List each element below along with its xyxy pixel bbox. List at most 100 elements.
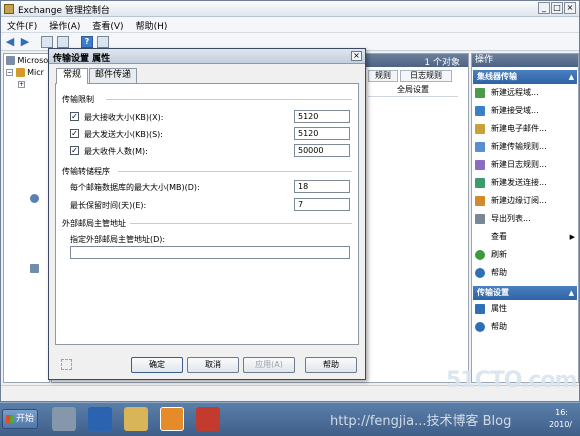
back-arrow-icon[interactable]: ◀ <box>4 36 16 48</box>
email-icon <box>475 123 485 134</box>
collapse-arrow-icon[interactable]: ▲ <box>569 70 574 84</box>
edge-subscription-icon <box>475 195 485 206</box>
max-retention-label: 最长保留时间(天)(E): <box>70 201 147 210</box>
dialog-help-icon <box>61 359 72 370</box>
exchange-org-icon <box>15 68 25 77</box>
show-hide-tree-icon[interactable] <box>57 36 69 48</box>
section-hub-transport[interactable]: 集线器传输 ▲ <box>473 70 577 84</box>
max-send-size-label: 最大发送大小(KB)(S): <box>84 130 163 139</box>
collapse-icon[interactable]: − <box>6 69 13 76</box>
tree-node-users[interactable] <box>30 194 39 203</box>
dialog-close-button[interactable]: × <box>351 51 362 61</box>
max-receive-size-label: 最大接收大小(KB)(X): <box>84 113 164 122</box>
action-refresh[interactable]: 刷新 <box>475 248 577 262</box>
minimize-button[interactable]: _ <box>538 2 550 14</box>
start-button[interactable]: 开始 <box>2 409 38 429</box>
console-tree: Microso − Micr + <box>3 53 50 383</box>
ok-button[interactable]: 确定 <box>131 357 183 373</box>
tab-rules[interactable]: 规则 <box>368 70 398 82</box>
column-global-settings[interactable]: 全局设置 <box>368 83 458 97</box>
action-pane: 操作 集线器传输 ▲ 新建远程域... 新建接受域... 新建电子邮件... 新… <box>471 53 579 383</box>
action-help-settings[interactable]: 帮助 <box>475 320 577 334</box>
group-divider <box>130 223 352 224</box>
users-icon <box>30 194 39 203</box>
properties-icon <box>475 303 485 314</box>
max-receive-size-input[interactable]: 5120 <box>294 110 350 123</box>
max-retention-input[interactable]: 7 <box>294 198 350 211</box>
postmaster-address-input[interactable] <box>70 246 350 259</box>
tab-journal-rules[interactable]: 日志规则 <box>400 70 452 82</box>
max-receive-size-checkbox[interactable]: ✓ <box>70 112 79 121</box>
max-dumpster-size-input[interactable]: 18 <box>294 180 350 193</box>
action-export-list[interactable]: 导出列表... <box>475 212 577 226</box>
watermark-url: http://fengjia...技术博客 Blog <box>330 414 512 429</box>
max-send-size-input[interactable]: 5120 <box>294 127 350 140</box>
dialog-title: 传输设置 属性 <box>53 54 111 64</box>
menu-help[interactable]: 帮助(H) <box>130 17 174 32</box>
menu-action[interactable]: 操作(A) <box>43 17 86 32</box>
group-divider <box>106 99 352 100</box>
cancel-button[interactable]: 取消 <box>187 357 239 373</box>
tab-general[interactable]: 常规 <box>56 68 88 84</box>
maximize-button[interactable]: □ <box>551 2 563 14</box>
exchange-console-icon[interactable] <box>160 407 184 431</box>
clock-time: 16: <box>555 408 568 417</box>
menu-bar: 文件(F) 操作(A) 查看(V) 帮助(H) <box>1 17 579 33</box>
menu-view[interactable]: 查看(V) <box>86 17 129 32</box>
tab-message-delivery[interactable]: 邮件传递 <box>89 68 137 83</box>
action-view[interactable]: 查看 ▶ <box>475 230 577 244</box>
help-icon <box>475 267 485 278</box>
tree-item-root[interactable]: Microso <box>6 56 48 65</box>
action-new-remote-domain[interactable]: 新建远程域... <box>475 86 577 100</box>
action-new-send-connector[interactable]: 新建发送连接... <box>475 176 577 190</box>
up-folder-icon[interactable] <box>41 36 53 48</box>
action-new-edge-subscription[interactable]: 新建边缘订阅... <box>475 194 577 208</box>
exchange-app-icon <box>4 4 14 14</box>
transport-rule-icon <box>475 141 485 152</box>
object-count: 1 个对象 <box>424 58 460 68</box>
menu-file[interactable]: 文件(F) <box>1 17 43 32</box>
action-new-accepted-domain[interactable]: 新建接受域... <box>475 104 577 118</box>
action-properties[interactable]: 属性 <box>475 302 577 316</box>
journal-rule-icon <box>475 159 485 170</box>
tree-branch[interactable]: + <box>18 80 25 89</box>
tree-node-toolbox[interactable] <box>30 264 39 273</box>
title-bar: Exchange 管理控制台 _ □ × <box>1 1 579 17</box>
expand-icon[interactable]: + <box>18 81 25 88</box>
action-new-transport-rule[interactable]: 新建传输规则... <box>475 140 577 154</box>
show-action-pane-icon[interactable] <box>97 36 109 48</box>
max-recipients-input[interactable]: 50000 <box>294 144 350 157</box>
dialog-title-bar: 传输设置 属性 × <box>49 49 365 64</box>
close-button[interactable]: × <box>564 2 576 14</box>
general-tab-panel: 传输限制 ✓ 最大接收大小(KB)(X): 5120 ✓ 最大发送大小(KB)(… <box>55 83 359 345</box>
submenu-arrow-icon: ▶ <box>569 233 575 241</box>
section-transport-settings[interactable]: 传输设置 ▲ <box>473 286 577 300</box>
console-root-icon <box>6 56 15 65</box>
help-button[interactable]: 帮助 <box>305 357 357 373</box>
server-manager-icon[interactable] <box>52 407 76 431</box>
accepted-domain-icon <box>475 105 485 116</box>
max-recipients-checkbox[interactable]: ✓ <box>70 146 79 155</box>
toolbox-taskbar-icon[interactable] <box>196 407 220 431</box>
watermark-logo: 51CTO.com <box>446 368 577 393</box>
action-help[interactable]: 帮助 <box>475 266 577 280</box>
action-new-email-address-policy[interactable]: 新建电子邮件... <box>475 122 577 136</box>
max-recipients-label: 最大收件人数(M): <box>84 147 148 156</box>
postmaster-group-label: 外部邮局主管地址 <box>62 219 126 228</box>
limits-group-label: 传输限制 <box>62 95 94 104</box>
powershell-icon[interactable] <box>88 407 112 431</box>
apply-button[interactable]: 应用(A) <box>243 357 295 373</box>
send-connector-icon <box>475 177 485 188</box>
tree-item-exchange[interactable]: − Micr <box>6 68 44 77</box>
explorer-folder-icon[interactable] <box>124 407 148 431</box>
collapse-arrow-icon[interactable]: ▲ <box>569 286 574 300</box>
forward-arrow-icon[interactable]: ▶ <box>19 36 31 48</box>
group-divider <box>118 171 352 172</box>
action-new-journal-rule[interactable]: 新建日志规则... <box>475 158 577 172</box>
refresh-icon <box>475 249 485 260</box>
max-send-size-checkbox[interactable]: ✓ <box>70 129 79 138</box>
domain-icon <box>475 87 485 98</box>
export-list-icon <box>475 213 485 224</box>
help-toolbar-icon[interactable]: ? <box>81 36 93 48</box>
max-dumpster-size-label: 每个邮箱数据库的最大大小(MB)(D): <box>70 183 200 192</box>
